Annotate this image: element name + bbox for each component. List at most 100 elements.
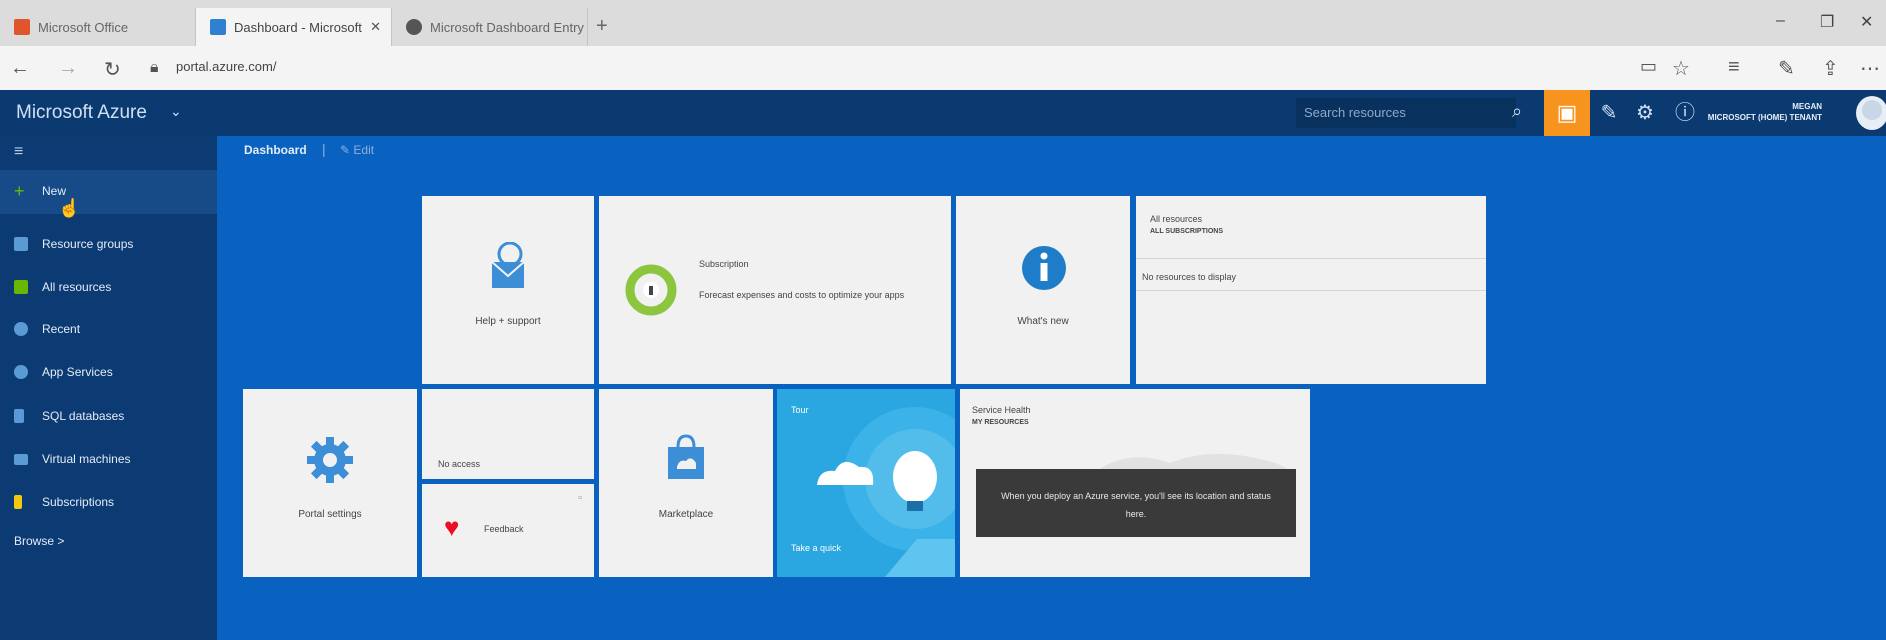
hamburger-menu-icon[interactable]: ≡ xyxy=(14,143,23,161)
popout-icon[interactable]: ▫ xyxy=(578,492,582,504)
back-icon[interactable]: ← xyxy=(10,57,30,80)
tile-feedback[interactable]: ♥ Feedback ▫ xyxy=(422,484,594,577)
browser-tab-office[interactable]: Microsoft Office xyxy=(0,8,196,46)
share-icon[interactable]: ⇪ xyxy=(1822,56,1839,81)
tile-all-resources[interactable]: All resources ALL SUBSCRIPTIONS No resou… xyxy=(1136,196,1486,384)
minimize-icon[interactable]: – xyxy=(1776,12,1785,30)
avatar[interactable] xyxy=(1856,96,1886,130)
monitor-icon xyxy=(14,453,28,465)
browser-tab-entry[interactable]: Microsoft Dashboard Entry xyxy=(392,8,588,46)
close-window-icon[interactable]: ✕ xyxy=(1860,12,1873,32)
tile-portal-settings[interactable]: Portal settings xyxy=(243,389,417,577)
address-bar: ← → ↻ 🔒︎ portal.azure.com/ ▭ ☆ ≡ ✎ ⇪ ⋯ xyxy=(0,46,1886,91)
search-icon[interactable]: ⌕ xyxy=(1512,101,1522,122)
reading-view-icon[interactable]: ▭ xyxy=(1640,56,1657,77)
azure-favicon-icon xyxy=(210,19,226,35)
subscription-desc: Forecast expenses and costs to optimize … xyxy=(699,290,905,300)
service-health-tooltip: When you deploy an Azure service, you'll… xyxy=(976,469,1296,537)
globe-icon xyxy=(14,365,28,379)
plus-icon: + xyxy=(14,181,25,201)
notifications-icon: ▣ xyxy=(1556,100,1578,125)
tile-tour[interactable]: Tour Take a quick xyxy=(777,389,955,577)
tile-marketplace[interactable]: Marketplace xyxy=(599,389,773,577)
more-icon[interactable]: ⋯ xyxy=(1860,56,1880,81)
database-icon xyxy=(14,409,24,423)
subscription-title: Subscription xyxy=(699,259,749,269)
divider xyxy=(1136,290,1486,291)
sidebar-item-label: Recent xyxy=(42,322,81,336)
clock-icon xyxy=(14,322,28,336)
pencil-icon[interactable]: ✎ xyxy=(1596,100,1622,126)
sidebar-item-label: Virtual machines xyxy=(42,452,131,466)
sidebar-item-subscriptions[interactable]: Subscriptions xyxy=(14,489,114,515)
avatar-head-icon xyxy=(1862,100,1882,120)
notifications-button[interactable]: ▣ xyxy=(1544,90,1590,136)
tab-label: Microsoft Dashboard Entry xyxy=(430,19,584,35)
sidebar-item-label: SQL databases xyxy=(42,409,125,423)
sidebar-item-label: Subscriptions xyxy=(42,495,115,509)
info-icon xyxy=(1022,246,1066,290)
cube-icon xyxy=(14,237,28,251)
tile-subscription[interactable]: Subscription Forecast expenses and costs… xyxy=(599,196,951,384)
browser-tab-dashboard[interactable]: Dashboard - Microsoft ✕ xyxy=(196,8,392,46)
browse-link[interactable]: Browse > xyxy=(14,534,64,548)
url-text: portal.azure.com/ xyxy=(176,59,277,74)
hub-icon[interactable]: ≡ xyxy=(1728,56,1740,79)
new-tab-icon[interactable]: + xyxy=(596,16,608,36)
sidebar-item-app-services[interactable]: App Services xyxy=(14,359,113,385)
settings-gear-icon[interactable]: ⚙ xyxy=(1632,100,1658,126)
close-tab-icon[interactable]: ✕ xyxy=(370,19,381,35)
key-icon xyxy=(14,495,22,509)
access-label: No access xyxy=(438,459,481,469)
service-health-title: Service Health xyxy=(972,405,1031,415)
sidebar-item-all-resources[interactable]: All resources xyxy=(14,274,111,300)
user-name: MEGAN xyxy=(1792,102,1822,111)
mouse-cursor-icon: ☝ xyxy=(58,198,81,218)
browser-tab-bar: Microsoft Office Dashboard - Microsoft ✕… xyxy=(0,0,1886,46)
maximize-icon[interactable]: ❐ xyxy=(1820,12,1834,32)
shopping-bag-icon xyxy=(668,434,704,479)
search-input[interactable] xyxy=(1296,98,1512,127)
sidebar-item-virtual-machines[interactable]: Virtual machines xyxy=(14,446,131,472)
web-note-icon[interactable]: ✎ xyxy=(1778,56,1795,81)
user-info[interactable]: MEGAN MICROSOFT (HOME) TENANT xyxy=(1708,101,1822,123)
breadcrumb-separator: | xyxy=(322,141,326,157)
edit-dashboard-button[interactable]: ✎ Edit xyxy=(340,143,374,157)
tour-title: Tour xyxy=(791,405,809,415)
tour-footer: Take a quick xyxy=(791,543,842,553)
tile-service-health[interactable]: Service Health MY RESOURCES When you dep… xyxy=(960,389,1310,577)
refresh-icon[interactable]: ↻ xyxy=(104,57,121,82)
subscription-ring-icon xyxy=(625,264,677,316)
tile-label: Marketplace xyxy=(658,509,714,520)
tile-access[interactable]: No access xyxy=(422,389,594,479)
sidebar-item-sql-databases[interactable]: SQL databases xyxy=(14,403,124,429)
tile-label: Help + support xyxy=(475,316,541,327)
github-favicon-icon xyxy=(406,19,422,35)
heart-icon: ♥ xyxy=(444,512,460,542)
brand-title[interactable]: Microsoft Azure xyxy=(16,102,147,124)
tile-whats-new[interactable]: What's new xyxy=(956,196,1130,384)
sidebar-item-label: New xyxy=(42,184,67,198)
chevron-down-icon[interactable]: ⌄ xyxy=(170,103,182,120)
sidebar-item-label: Resource groups xyxy=(42,237,134,251)
service-health-subtitle: MY RESOURCES xyxy=(972,419,1029,426)
help-support-icon xyxy=(491,242,525,288)
lock-icon: 🔒︎ xyxy=(150,59,159,76)
grid-icon xyxy=(14,280,28,294)
tooltip-text: When you deploy an Azure service, you'll… xyxy=(1001,491,1271,519)
favorite-star-icon[interactable]: ☆ xyxy=(1672,56,1690,81)
divider xyxy=(1136,258,1486,259)
office-favicon-icon xyxy=(14,19,30,35)
sidebar-item-resource-groups[interactable]: Resource groups xyxy=(14,231,133,257)
sidebar-item-label: App Services xyxy=(42,365,113,379)
tab-label: Microsoft Office xyxy=(38,19,129,35)
sidebar-item-recent[interactable]: Recent xyxy=(14,316,80,342)
sidebar-item-label: All resources xyxy=(42,280,112,294)
tile-help-support[interactable]: Help + support xyxy=(422,196,594,384)
user-org: MICROSOFT (HOME) TENANT xyxy=(1707,113,1822,122)
help-icon[interactable]: ⓘ xyxy=(1672,100,1698,126)
search-box xyxy=(1296,98,1516,128)
forward-icon[interactable]: → xyxy=(58,57,78,80)
tile-label: What's new xyxy=(1017,316,1069,327)
url-field[interactable]: portal.azure.com/ xyxy=(176,59,276,74)
